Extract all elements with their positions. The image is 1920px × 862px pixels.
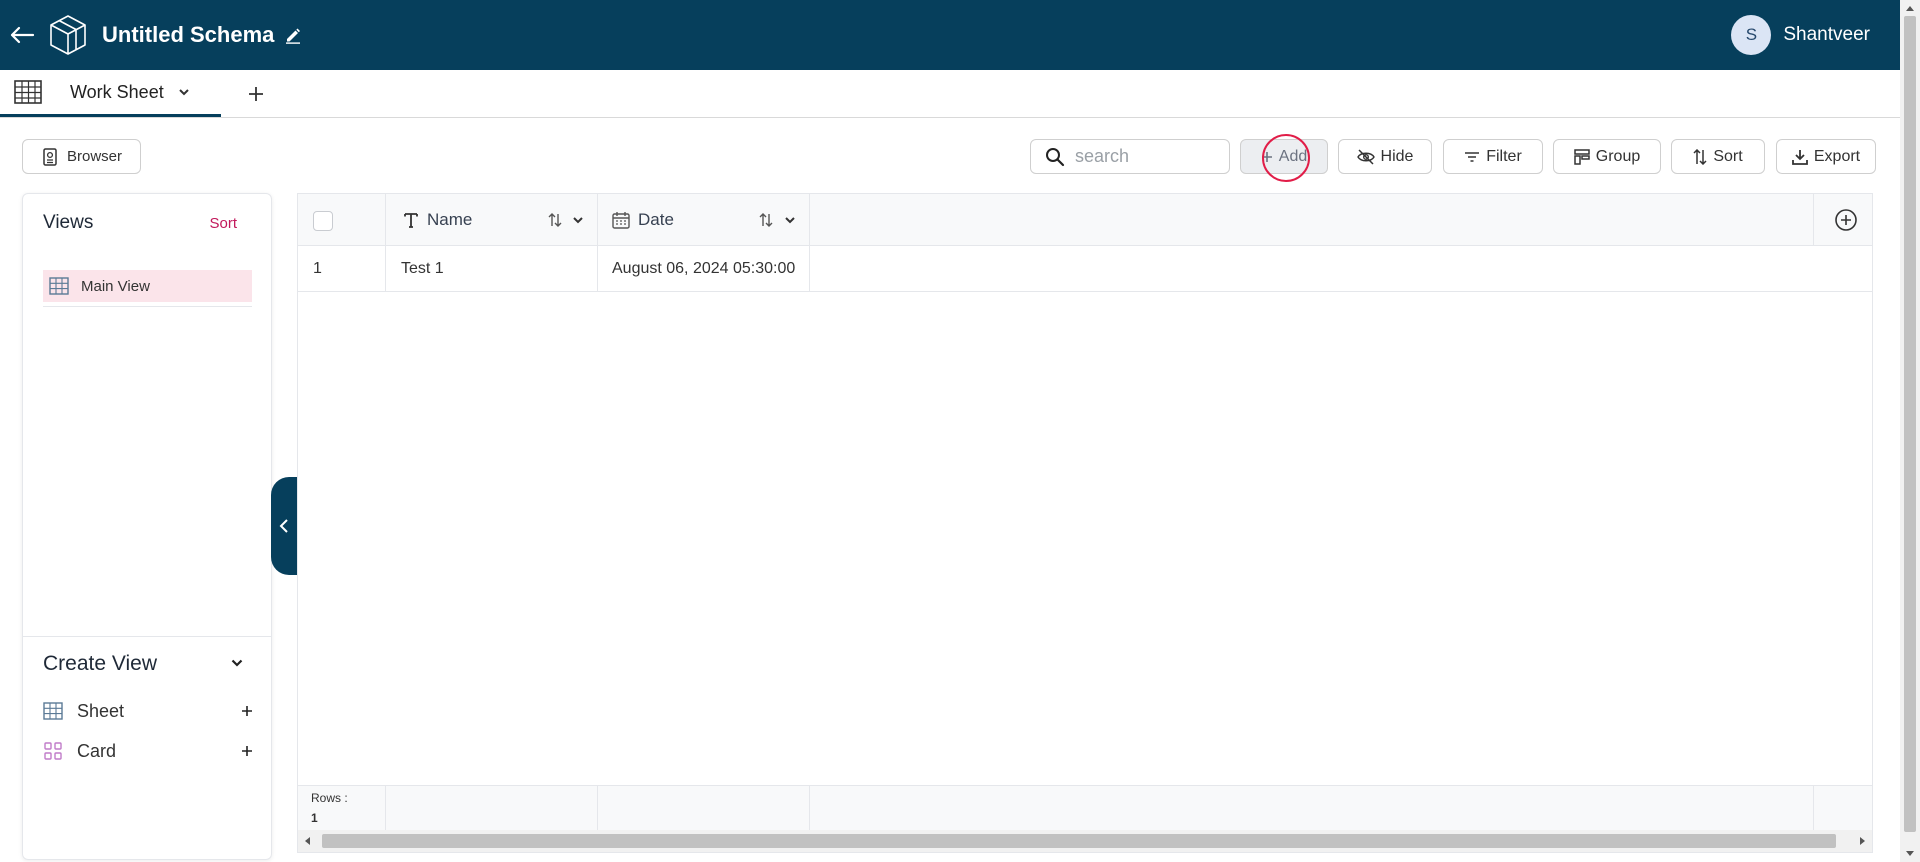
scroll-down-icon[interactable] [1905, 850, 1915, 858]
search-input[interactable] [1075, 146, 1225, 167]
user-name: Shantveer [1783, 24, 1870, 45]
column-header-name[interactable]: Name [403, 194, 472, 246]
rows-count: 1 [311, 811, 318, 825]
group-icon [1574, 148, 1590, 165]
export-button[interactable]: Export [1776, 139, 1876, 174]
divider [43, 306, 252, 307]
divider [809, 246, 810, 291]
schema-logo-icon [46, 13, 90, 57]
filter-button[interactable]: Filter [1443, 139, 1543, 174]
search-icon [1046, 147, 1065, 166]
avatar: S [1731, 15, 1772, 55]
chevron-down-icon[interactable] [784, 216, 796, 224]
browser-label: Browser [67, 148, 123, 165]
hide-button[interactable]: Hide [1338, 139, 1432, 174]
cell-name[interactable]: Test 1 [401, 260, 444, 278]
scrollbar-thumb[interactable] [1904, 16, 1916, 832]
divider [23, 636, 271, 637]
create-view-sheet[interactable]: Sheet [43, 697, 253, 725]
top-bar: Untitled Schema S Shantveer [0, 0, 1900, 70]
hide-label: Hide [1380, 147, 1414, 165]
calendar-icon [612, 212, 630, 229]
card-grid-icon [44, 742, 62, 760]
table-icon [14, 80, 42, 104]
browser-button[interactable]: Browser [22, 139, 141, 174]
divider [385, 194, 386, 245]
create-item-label: Sheet [77, 700, 125, 721]
chevron-left-icon [279, 519, 288, 533]
chevron-down-icon[interactable] [231, 659, 243, 667]
grid-footer [298, 785, 1872, 830]
sort-icon[interactable] [758, 212, 774, 228]
views-sort-button[interactable]: Sort [209, 215, 237, 232]
plus-icon[interactable] [241, 705, 253, 717]
views-title: Views [43, 212, 94, 233]
divider [809, 194, 810, 245]
view-item-label: Main View [81, 277, 150, 295]
plus-icon[interactable] [241, 745, 253, 757]
divider [597, 194, 598, 245]
sort-button[interactable]: Sort [1671, 139, 1765, 174]
create-item-label: Card [77, 740, 117, 761]
tab-work-sheet[interactable]: Work Sheet [0, 70, 221, 117]
divider [385, 246, 386, 291]
grid-icon [43, 702, 63, 720]
views-sidebar: Views Sort Main View Create View Sheet C… [22, 193, 272, 860]
export-label: Export [1813, 147, 1861, 165]
table-row[interactable]: 1 Test 1 August 06, 2024 05:30:00 [298, 246, 1872, 292]
back-button[interactable] [0, 0, 44, 70]
create-view-card[interactable]: Card [43, 737, 253, 765]
sort-icon[interactable] [547, 212, 563, 228]
sheet-tab-bar: Work Sheet [0, 70, 1900, 118]
pencil-icon [286, 28, 301, 44]
sort-label: Sort [1713, 147, 1743, 165]
group-label: Group [1595, 147, 1641, 165]
grid-icon [49, 277, 69, 295]
search-box[interactable] [1030, 139, 1230, 174]
select-all-checkbox[interactable] [313, 211, 333, 231]
chevron-down-icon[interactable] [178, 88, 190, 96]
row-index: 1 [313, 260, 322, 277]
chevron-down-icon[interactable] [572, 216, 584, 224]
add-sheet-button[interactable] [247, 85, 265, 103]
sort-icon [1693, 148, 1707, 165]
divider [1813, 194, 1814, 245]
divider [597, 246, 598, 291]
group-button[interactable]: Group [1553, 139, 1661, 174]
filter-icon [1465, 151, 1480, 162]
view-item-main-view[interactable]: Main View [43, 270, 252, 302]
scrollbar-thumb[interactable] [322, 834, 1836, 848]
divider [597, 786, 598, 830]
scroll-up-icon[interactable] [1905, 4, 1915, 12]
text-type-icon [404, 213, 418, 228]
column-header-date[interactable]: Date [612, 194, 674, 246]
document-icon [43, 147, 57, 166]
data-grid: Name Date 1 Test 1 August 06, 2024 05:30… [297, 193, 1873, 853]
click-indicator [1262, 134, 1310, 182]
rows-label: Rows : [311, 791, 348, 805]
user-menu[interactable]: S Shantveer [1731, 15, 1870, 55]
edit-title-button[interactable] [284, 26, 302, 44]
horizontal-scrollbar[interactable] [298, 830, 1872, 852]
divider [385, 786, 386, 830]
vertical-scrollbar[interactable] [1900, 0, 1920, 862]
divider [1813, 786, 1814, 830]
collapse-sidebar-button[interactable] [271, 477, 297, 575]
arrow-left-icon [10, 26, 35, 44]
eye-off-icon [1356, 148, 1375, 165]
column-label: Name [427, 210, 473, 229]
create-view-title: Create View [43, 652, 158, 675]
download-icon [1791, 149, 1808, 165]
schema-title: Untitled Schema [102, 22, 275, 47]
cell-date[interactable]: August 06, 2024 05:30:00 [612, 260, 795, 278]
grid-header: Name Date [298, 194, 1872, 246]
scroll-right-icon[interactable] [1858, 836, 1866, 846]
divider [809, 786, 810, 830]
filter-label: Filter [1486, 147, 1522, 165]
add-column-button[interactable] [1834, 208, 1858, 232]
tab-label: Work Sheet [70, 81, 164, 102]
column-label: Date [638, 210, 674, 229]
scroll-left-icon[interactable] [304, 836, 312, 846]
